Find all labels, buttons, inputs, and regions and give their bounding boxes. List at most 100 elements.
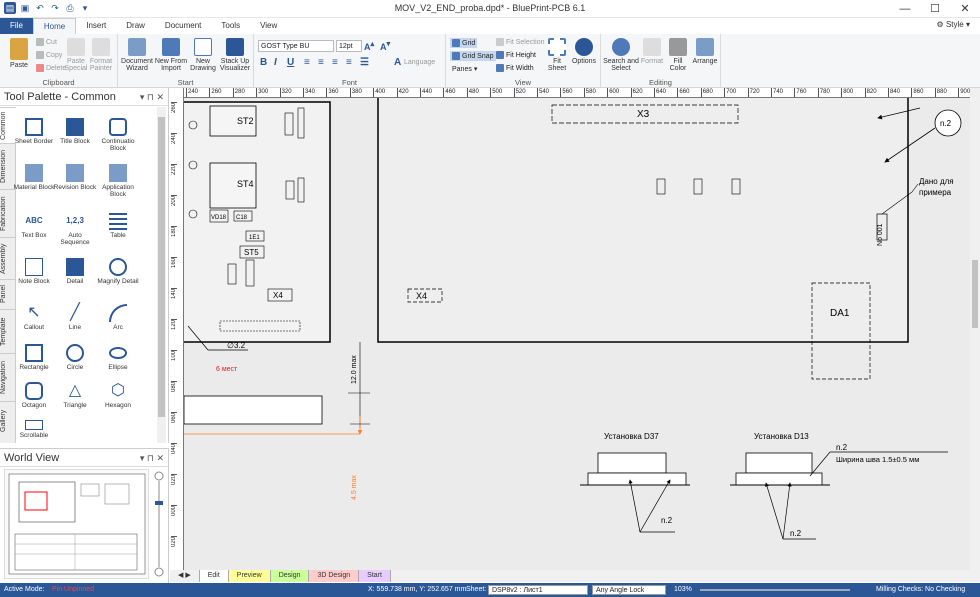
grid-snap-toggle[interactable]: Grid Snap (450, 51, 496, 61)
sheet-tab-start[interactable]: Start (359, 570, 391, 582)
document-wizard-button[interactable]: Document Wizard (120, 38, 154, 72)
canvas-scroll-thumb[interactable] (972, 260, 978, 328)
tool-label: Callout (23, 324, 45, 331)
angle-lock-select[interactable]: Any Angle Lock (592, 585, 666, 595)
bullets-icon[interactable]: ☰ (360, 57, 369, 68)
font-name-select[interactable]: GOST Type BU (258, 40, 334, 52)
panel-controls[interactable]: ▾ ⊓ ✕ (140, 449, 164, 467)
tool-detail[interactable]: Detail (53, 258, 97, 285)
fit-selection-label: Fit Selection (506, 38, 545, 46)
tab-tools[interactable]: Tools (211, 18, 250, 34)
palette-scroll-thumb[interactable] (158, 117, 165, 417)
paste-special-button[interactable]: Paste Special (64, 38, 88, 72)
fit-sheet-button[interactable]: Fit Sheet (544, 38, 570, 72)
tool-text-box[interactable]: ABC Text Box (12, 212, 56, 239)
fit-width-label: Fit Width (506, 64, 534, 72)
sheet-select[interactable]: DSP8v2 : Лист1 (488, 585, 588, 595)
format-painter-button[interactable]: Format Painter (88, 38, 114, 72)
fill-color-button[interactable]: Fill Color (665, 38, 691, 72)
tool-scrollable[interactable]: Scrollable (12, 420, 56, 439)
fit-width-icon (496, 64, 504, 72)
gear-icon (575, 38, 593, 56)
tool-line[interactable]: ╱ Line (53, 304, 97, 331)
tool-application-block[interactable]: Application Block (96, 164, 140, 198)
ruler-tick-label: 900 (958, 88, 971, 97)
fit-height-button[interactable]: Fit Height (496, 51, 536, 59)
style-menu[interactable]: ⚙ Style ▾ (937, 20, 970, 29)
tool-ellipse[interactable]: Ellipse (96, 344, 140, 371)
grid-toggle[interactable]: Grid (450, 38, 478, 48)
bold-button[interactable]: B (260, 57, 267, 68)
maximize-button[interactable]: ☐ (920, 0, 950, 18)
panel-controls[interactable]: ▾ ⊓ ✕ (140, 88, 164, 106)
tool-hexagon[interactable]: ⬡ Hexagon (96, 382, 140, 409)
italic-button[interactable]: I (274, 57, 277, 68)
grow-font-icon[interactable]: A▴ (364, 39, 374, 52)
new-drawing-button[interactable]: New Drawing (188, 38, 218, 72)
minimize-button[interactable]: — (890, 0, 920, 18)
font-color-icon[interactable]: A (394, 57, 401, 68)
tool-magnify-detail[interactable]: Magnify Detail (96, 258, 140, 285)
tab-document[interactable]: Document (155, 18, 211, 34)
drawing-canvas[interactable]: ST2 ST4 VD18 C18 1E1 ST5 X4 ∅3.2 6 мест … (170, 88, 980, 570)
tool-circle[interactable]: Circle (53, 344, 97, 371)
zoom-slider-bar[interactable] (700, 589, 850, 591)
tool-continuation-block[interactable]: Continuatio Block (96, 118, 140, 152)
tool-arc[interactable]: Arc (96, 304, 140, 331)
sheet-tab-3d-design[interactable]: 3D Design (309, 570, 360, 582)
tool-table[interactable]: Table (96, 212, 140, 239)
panes-button[interactable]: Panes ▾ (452, 65, 477, 74)
tool-revision-block[interactable]: Revision Block (53, 164, 97, 191)
sheet-tab-edit[interactable]: Edit (199, 570, 229, 582)
sheet-tab-preview[interactable]: Preview (228, 570, 271, 582)
new-from-import-button[interactable]: New From Import (154, 38, 188, 72)
tool-title-block[interactable]: Title Block (53, 118, 97, 145)
options-button[interactable]: Options (570, 38, 598, 65)
drawing-svg[interactable]: ST2 ST4 VD18 C18 1E1 ST5 X4 ∅3.2 6 мест … (170, 88, 980, 570)
copy-button[interactable]: Copy (36, 51, 62, 59)
underline-button[interactable]: U (287, 57, 294, 68)
palette-scrollbar[interactable] (157, 107, 166, 443)
tab-view[interactable]: View (250, 18, 287, 34)
tab-draw[interactable]: Draw (116, 18, 155, 34)
world-view-map[interactable] (4, 469, 149, 579)
tool-callout[interactable]: ↖ Callout (12, 304, 56, 331)
align-center-icon[interactable]: ≡ (318, 57, 324, 68)
sheet-tab-design[interactable]: Design (270, 570, 310, 582)
search-select-button[interactable]: Search and Select (603, 38, 639, 72)
tool-sheet-border[interactable]: Sheet Border (12, 118, 56, 145)
tool-auto-sequence[interactable]: 1,2,3 Auto Sequence (53, 212, 97, 246)
fit-width-button[interactable]: Fit Width (496, 64, 534, 72)
paste-button[interactable]: Paste (6, 38, 32, 69)
tool-rectangle[interactable]: Rectangle (12, 344, 56, 371)
align-right-icon[interactable]: ≡ (332, 57, 338, 68)
tab-home[interactable]: Home (32, 18, 77, 34)
tab-insert[interactable]: Insert (76, 18, 116, 34)
shrink-font-icon[interactable]: A▾ (380, 39, 390, 52)
close-button[interactable]: ✕ (950, 0, 980, 18)
milling-checks[interactable]: Milling Checks: No Checking (876, 583, 965, 597)
ribbon: Paste Cut Copy Delete Paste Special Form… (0, 34, 980, 88)
font-size-select[interactable]: 12pt (336, 40, 362, 52)
delete-button[interactable]: Delete (36, 64, 66, 72)
cut-button[interactable]: Cut (36, 38, 57, 46)
justify-icon[interactable]: ≡ (346, 57, 352, 68)
ruler-tick-label: 640 (654, 88, 667, 97)
tool-triangle[interactable]: △ Triangle (53, 382, 97, 409)
fit-selection-button[interactable]: Fit Selection (496, 38, 545, 46)
tool-note-block[interactable]: Note Block (12, 258, 56, 285)
arrange-button[interactable]: Arrange (691, 38, 719, 65)
zoom-slider[interactable] (154, 471, 164, 577)
font-group-label: Font (341, 78, 357, 87)
format-button[interactable]: Format (639, 38, 665, 65)
tool-octagon[interactable]: Octagon (12, 382, 56, 409)
label-n2c: n.2 (836, 443, 848, 452)
tab-file[interactable]: File (0, 18, 33, 34)
tool-material-block[interactable]: Material Block (12, 164, 56, 191)
language-button[interactable]: Language (404, 59, 435, 66)
nav-prev-icon[interactable]: ◀ ▶ (170, 570, 200, 582)
align-left-icon[interactable]: ≡ (304, 57, 310, 68)
stack-up-visualizer-button[interactable]: Stack Up Visualizer (218, 38, 252, 72)
canvas-vertical-scrollbar[interactable] (970, 88, 980, 570)
active-mode-value: Pin Unpinned (52, 586, 95, 593)
